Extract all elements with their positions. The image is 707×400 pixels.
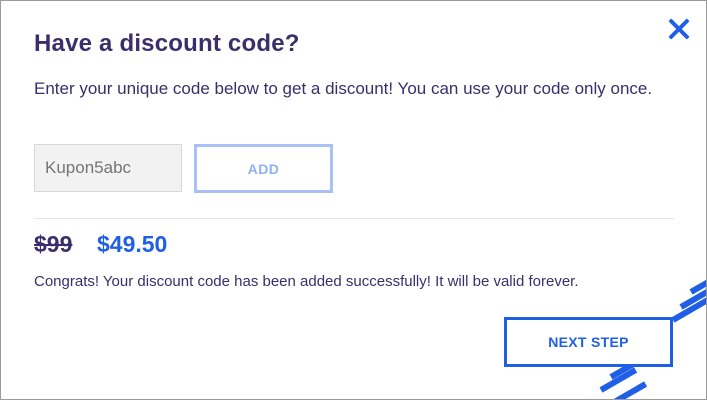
success-message: Congrats! Your discount code has been ad… — [34, 273, 579, 290]
stripe — [609, 381, 648, 399]
stripe — [671, 282, 706, 323]
discount-code-input[interactable] — [34, 144, 182, 192]
modal-title: Have a discount code? — [34, 30, 300, 57]
discounted-price: $49.50 — [97, 231, 168, 257]
discount-modal: Have a discount code? Enter your unique … — [0, 0, 707, 400]
stripe — [679, 269, 706, 310]
modal-description: Enter your unique code below to get a di… — [34, 79, 653, 98]
next-step-button[interactable]: NEXT STEP — [504, 317, 673, 367]
add-code-button[interactable]: ADD — [194, 144, 333, 193]
close-icon[interactable] — [665, 15, 693, 43]
stripe — [599, 367, 638, 393]
divider — [34, 218, 674, 219]
stripe — [689, 259, 706, 295]
original-price: $99 — [34, 231, 73, 257]
